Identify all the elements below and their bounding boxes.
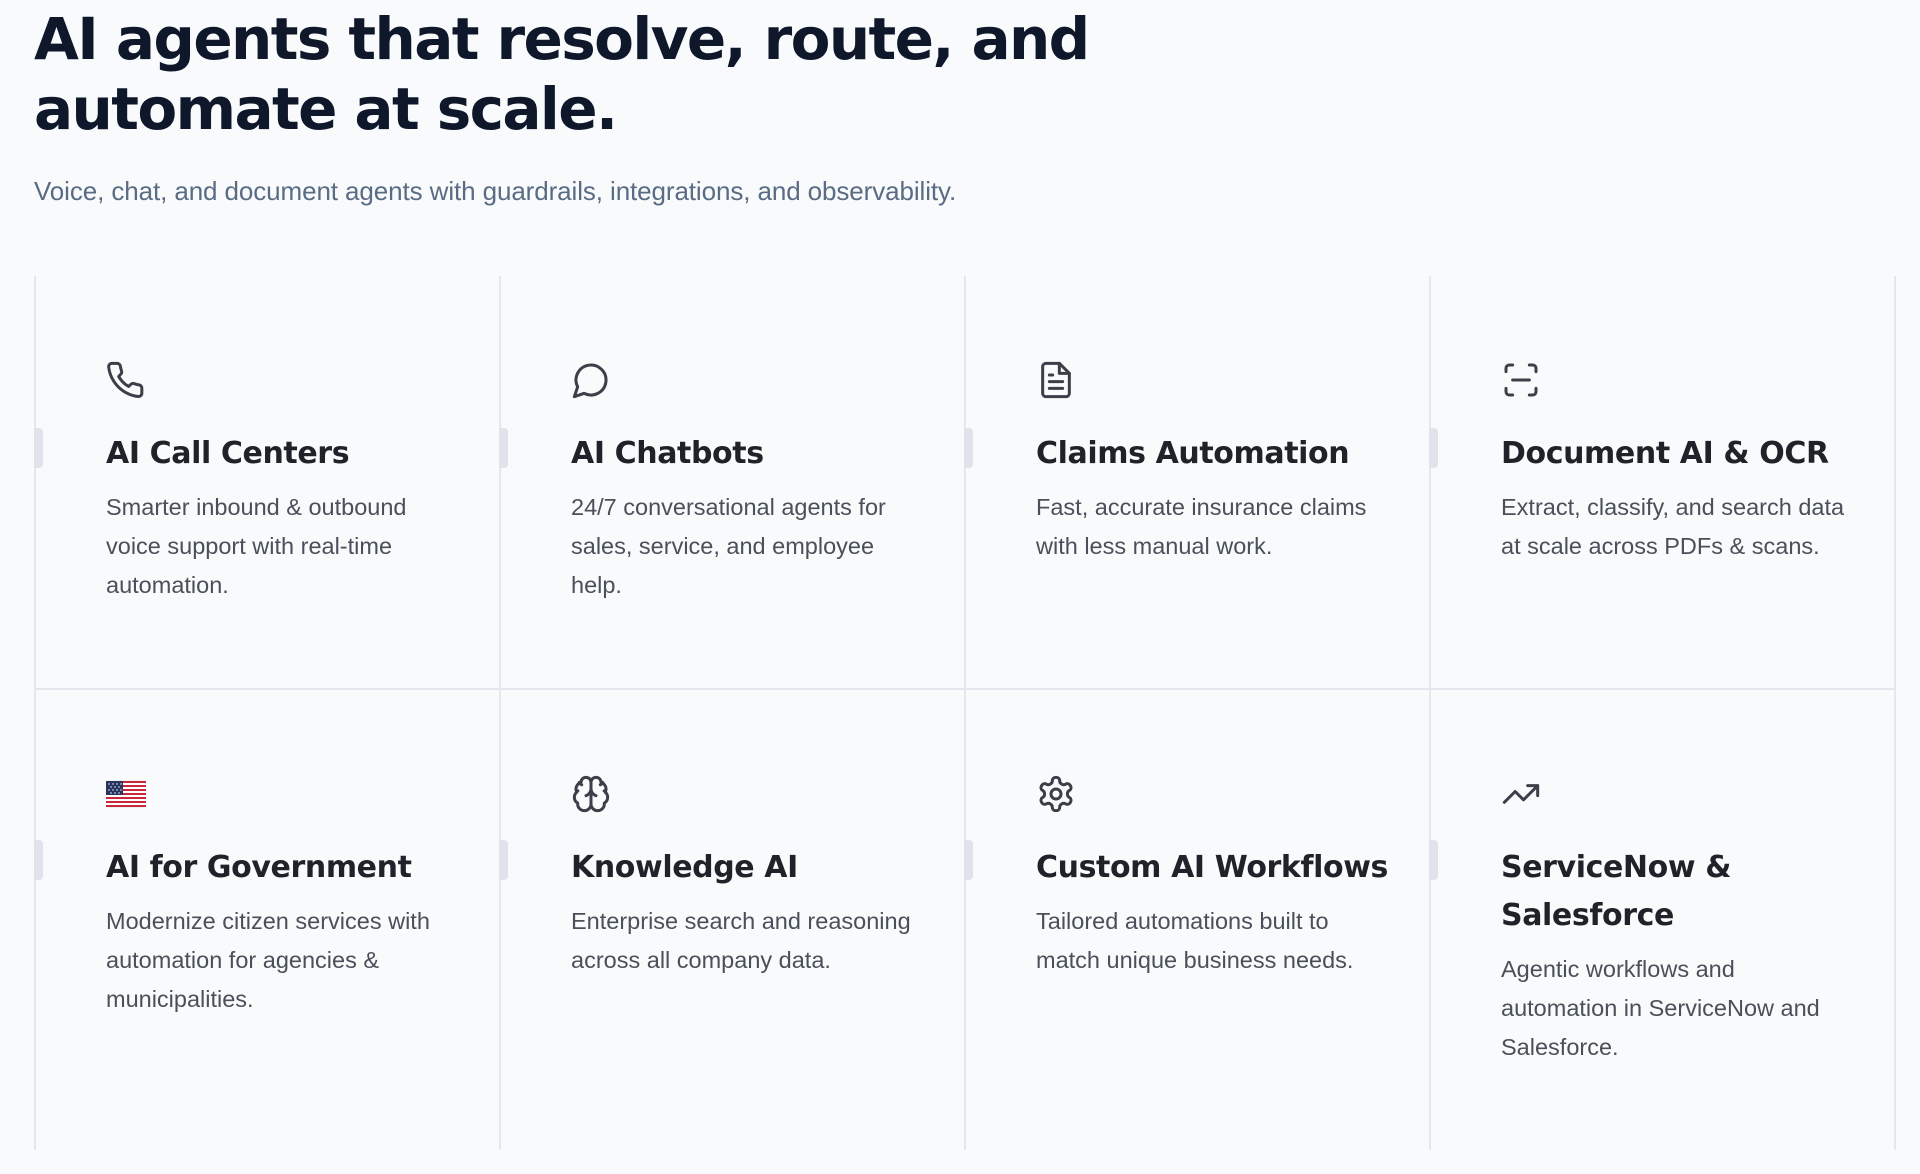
phone-icon <box>106 360 146 400</box>
card-title: Custom AI Workflows <box>1036 850 1389 885</box>
card-description: Tailored automations built to match uniq… <box>1036 908 1354 973</box>
us-flag-icon <box>105 774 147 814</box>
page-subtitle: Voice, chat, and document agents with gu… <box>34 176 957 206</box>
card-description: Fast, accurate insurance claims with les… <box>1036 494 1367 559</box>
card-ai-chatbots[interactable]: AI Chatbots 24/7 conversational agents f… <box>499 276 966 690</box>
card-accent-notch <box>34 840 43 880</box>
card-description: Extract, classify, and search data at sc… <box>1501 494 1845 559</box>
card-claims-automation[interactable]: Claims Automation Fast, accurate insuran… <box>964 276 1431 690</box>
card-description: Modernize citizen services with automati… <box>106 908 430 1012</box>
trending-up-icon <box>1501 774 1541 814</box>
card-title: AI Chatbots <box>571 436 764 471</box>
card-accent-notch <box>499 840 508 880</box>
brain-icon <box>571 774 611 814</box>
card-accent-notch <box>1429 428 1438 468</box>
card-custom-ai-workflows[interactable]: Custom AI Workflows Tailored automations… <box>964 690 1431 1150</box>
document-icon <box>1036 360 1076 400</box>
card-title: AI for Government <box>106 850 412 885</box>
card-ai-for-government[interactable]: AI for Government Modernize citizen serv… <box>34 690 501 1150</box>
card-ai-call-centers[interactable]: AI Call Centers Smarter inbound & outbou… <box>34 276 501 690</box>
card-description: Agentic workflows and automation in Serv… <box>1501 956 1820 1060</box>
card-knowledge-ai[interactable]: Knowledge AI Enterprise search and reaso… <box>499 690 966 1150</box>
card-description: Smarter inbound & outbound voice support… <box>106 494 407 598</box>
card-accent-notch <box>34 428 43 468</box>
card-accent-notch <box>964 840 973 880</box>
card-title: ServiceNow & Salesforce <box>1501 850 1731 933</box>
card-title: Document AI & OCR <box>1501 436 1829 471</box>
card-description: 24/7 conversational agents for sales, se… <box>571 494 886 598</box>
card-description: Enterprise search and reasoning across a… <box>571 908 911 973</box>
gear-icon <box>1036 774 1076 814</box>
card-title: AI Call Centers <box>106 436 350 471</box>
scan-icon <box>1501 360 1541 400</box>
card-accent-notch <box>964 428 973 468</box>
card-accent-notch <box>499 428 508 468</box>
card-title: Knowledge AI <box>571 850 798 885</box>
card-servicenow-salesforce[interactable]: ServiceNow & Salesforce Agentic workflow… <box>1429 690 1896 1150</box>
page-title: AI agents that resolve, route, and autom… <box>34 5 1090 143</box>
hero-section: AI agents that resolve, route, and autom… <box>34 0 1434 208</box>
solutions-grid: AI Call Centers Smarter inbound & outbou… <box>34 276 1896 1150</box>
chat-bubble-icon <box>571 360 611 400</box>
card-accent-notch <box>1429 840 1438 880</box>
card-document-ai-ocr[interactable]: Document AI & OCR Extract, classify, and… <box>1429 276 1896 690</box>
card-title: Claims Automation <box>1036 436 1350 471</box>
